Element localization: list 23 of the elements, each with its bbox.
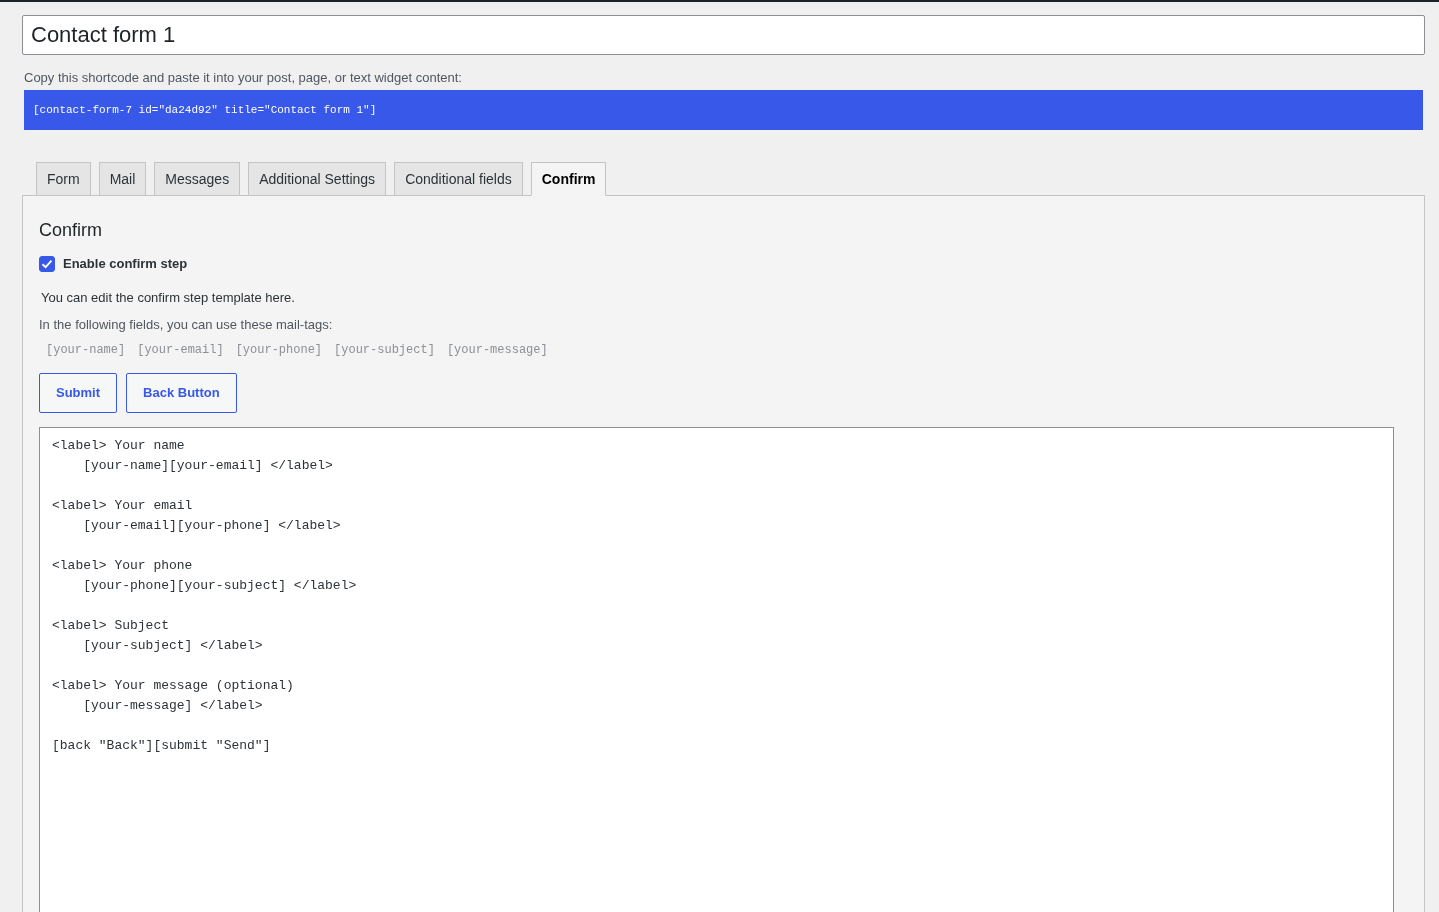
tab[interactable]: Mail xyxy=(98,162,147,195)
template-textarea[interactable]: <label> Your name [your-name][your-email] </label> <label> Your email [your-email][your-phone] </label> <label> Your phone [your-phone][your-subject] </label> <label> Subject [your-subject] </label> <label> Your message (optional) [your-message] </label> [back "Back"][submit "Send"] xyxy=(39,426,1394,912)
section-heading: Confirm xyxy=(39,219,103,242)
check-icon xyxy=(41,257,53,270)
mail-tag: [your-message] xyxy=(446,340,548,359)
shortcode-hint: Copy this shortcode and paste it into your post, page, or text widget content: xyxy=(24,69,463,87)
enable-confirm-checkbox[interactable] xyxy=(39,255,55,272)
insert-button[interactable]: Back Button xyxy=(126,372,237,413)
mail-tag: [your-phone] xyxy=(235,340,323,359)
tab[interactable]: Form xyxy=(36,162,91,195)
insert-button[interactable]: Submit xyxy=(39,372,118,413)
tab[interactable]: Conditional fields xyxy=(394,162,523,195)
title-input[interactable]: Contact form 1 xyxy=(22,15,1425,55)
mail-tag: [your-name] xyxy=(46,340,126,359)
description-text: You can edit the confirm step template here. xyxy=(41,288,296,307)
tab[interactable]: Confirm xyxy=(530,162,607,196)
tab[interactable]: Additional Settings xyxy=(248,162,387,195)
mail-tag: [your-subject] xyxy=(334,340,435,359)
tab[interactable]: Messages xyxy=(154,162,241,195)
mail-tag: [your-email] xyxy=(137,340,224,359)
mail-tags-hint: In the following fields, you can use these mail-tags: xyxy=(39,315,334,334)
shortcode-bar: [contact-form-7 id="da24d92" title="Contact form 1"] xyxy=(24,90,1423,130)
checkbox-label: Enable confirm step xyxy=(63,255,188,273)
